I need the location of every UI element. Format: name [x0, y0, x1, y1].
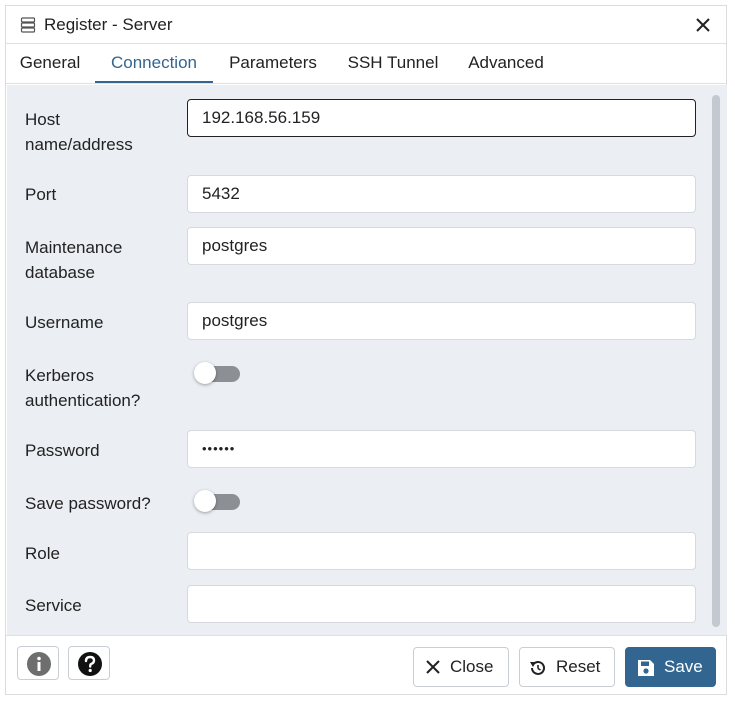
port-input[interactable]: 5432: [187, 175, 696, 213]
reset-button[interactable]: Reset: [519, 647, 615, 687]
port-label: Port: [25, 185, 57, 204]
tab-advanced[interactable]: Advanced: [464, 44, 548, 83]
save-password-toggle[interactable]: [194, 489, 242, 513]
save-button-label: Save: [664, 657, 703, 676]
maintenance-db-label: Maintenance database: [25, 238, 123, 282]
close-button-label: Close: [450, 657, 494, 676]
save-password-toggle-knob: [194, 490, 216, 512]
help-icon: [78, 652, 102, 676]
service-label: Service: [25, 596, 82, 615]
kerberos-toggle-knob: [194, 362, 216, 384]
dialog-footer: Close Reset Save: [6, 635, 726, 694]
role-label: Role: [25, 544, 60, 563]
reset-icon: [530, 660, 545, 675]
close-button[interactable]: Close: [413, 647, 509, 687]
service-input[interactable]: [187, 585, 696, 623]
tab-parameters[interactable]: Parameters: [224, 44, 322, 83]
username-label: Username: [25, 313, 104, 332]
info-icon: [27, 652, 51, 676]
kerberos-label: Kerberos authentication?: [25, 366, 141, 410]
tab-general[interactable]: General: [19, 44, 81, 83]
server-icon: [20, 17, 36, 33]
dialog-titlebar: Register - Server: [6, 6, 726, 44]
scrollbar-thumb[interactable]: [712, 95, 720, 627]
floppy-disk-icon: [638, 660, 654, 676]
role-input[interactable]: [187, 532, 696, 570]
password-input[interactable]: ••••••: [187, 430, 696, 468]
username-input[interactable]: postgres: [187, 302, 696, 340]
help-button[interactable]: [68, 646, 110, 680]
close-icon[interactable]: [694, 16, 712, 34]
info-button[interactable]: [17, 646, 59, 680]
reset-button-label: Reset: [556, 657, 601, 676]
tab-connection[interactable]: Connection: [95, 44, 213, 83]
dialog-title: Register - Server: [44, 15, 173, 34]
register-server-dialog: Register - Server General Connection Par…: [5, 5, 727, 695]
tab-bar: General Connection Parameters SSH Tunnel…: [6, 44, 726, 84]
close-icon: [426, 660, 440, 674]
maintenance-db-input[interactable]: postgres: [187, 227, 696, 265]
host-label: Host name/address: [25, 110, 133, 154]
tab-ssh-tunnel[interactable]: SSH Tunnel: [344, 44, 442, 83]
save-password-label: Save password?: [25, 494, 151, 513]
save-button[interactable]: Save: [625, 647, 716, 687]
kerberos-toggle[interactable]: [194, 361, 242, 385]
connection-form: Host name/address 192.168.56.159 Port 54…: [7, 85, 727, 635]
host-input[interactable]: 192.168.56.159: [187, 99, 696, 137]
password-label: Password: [25, 441, 100, 460]
